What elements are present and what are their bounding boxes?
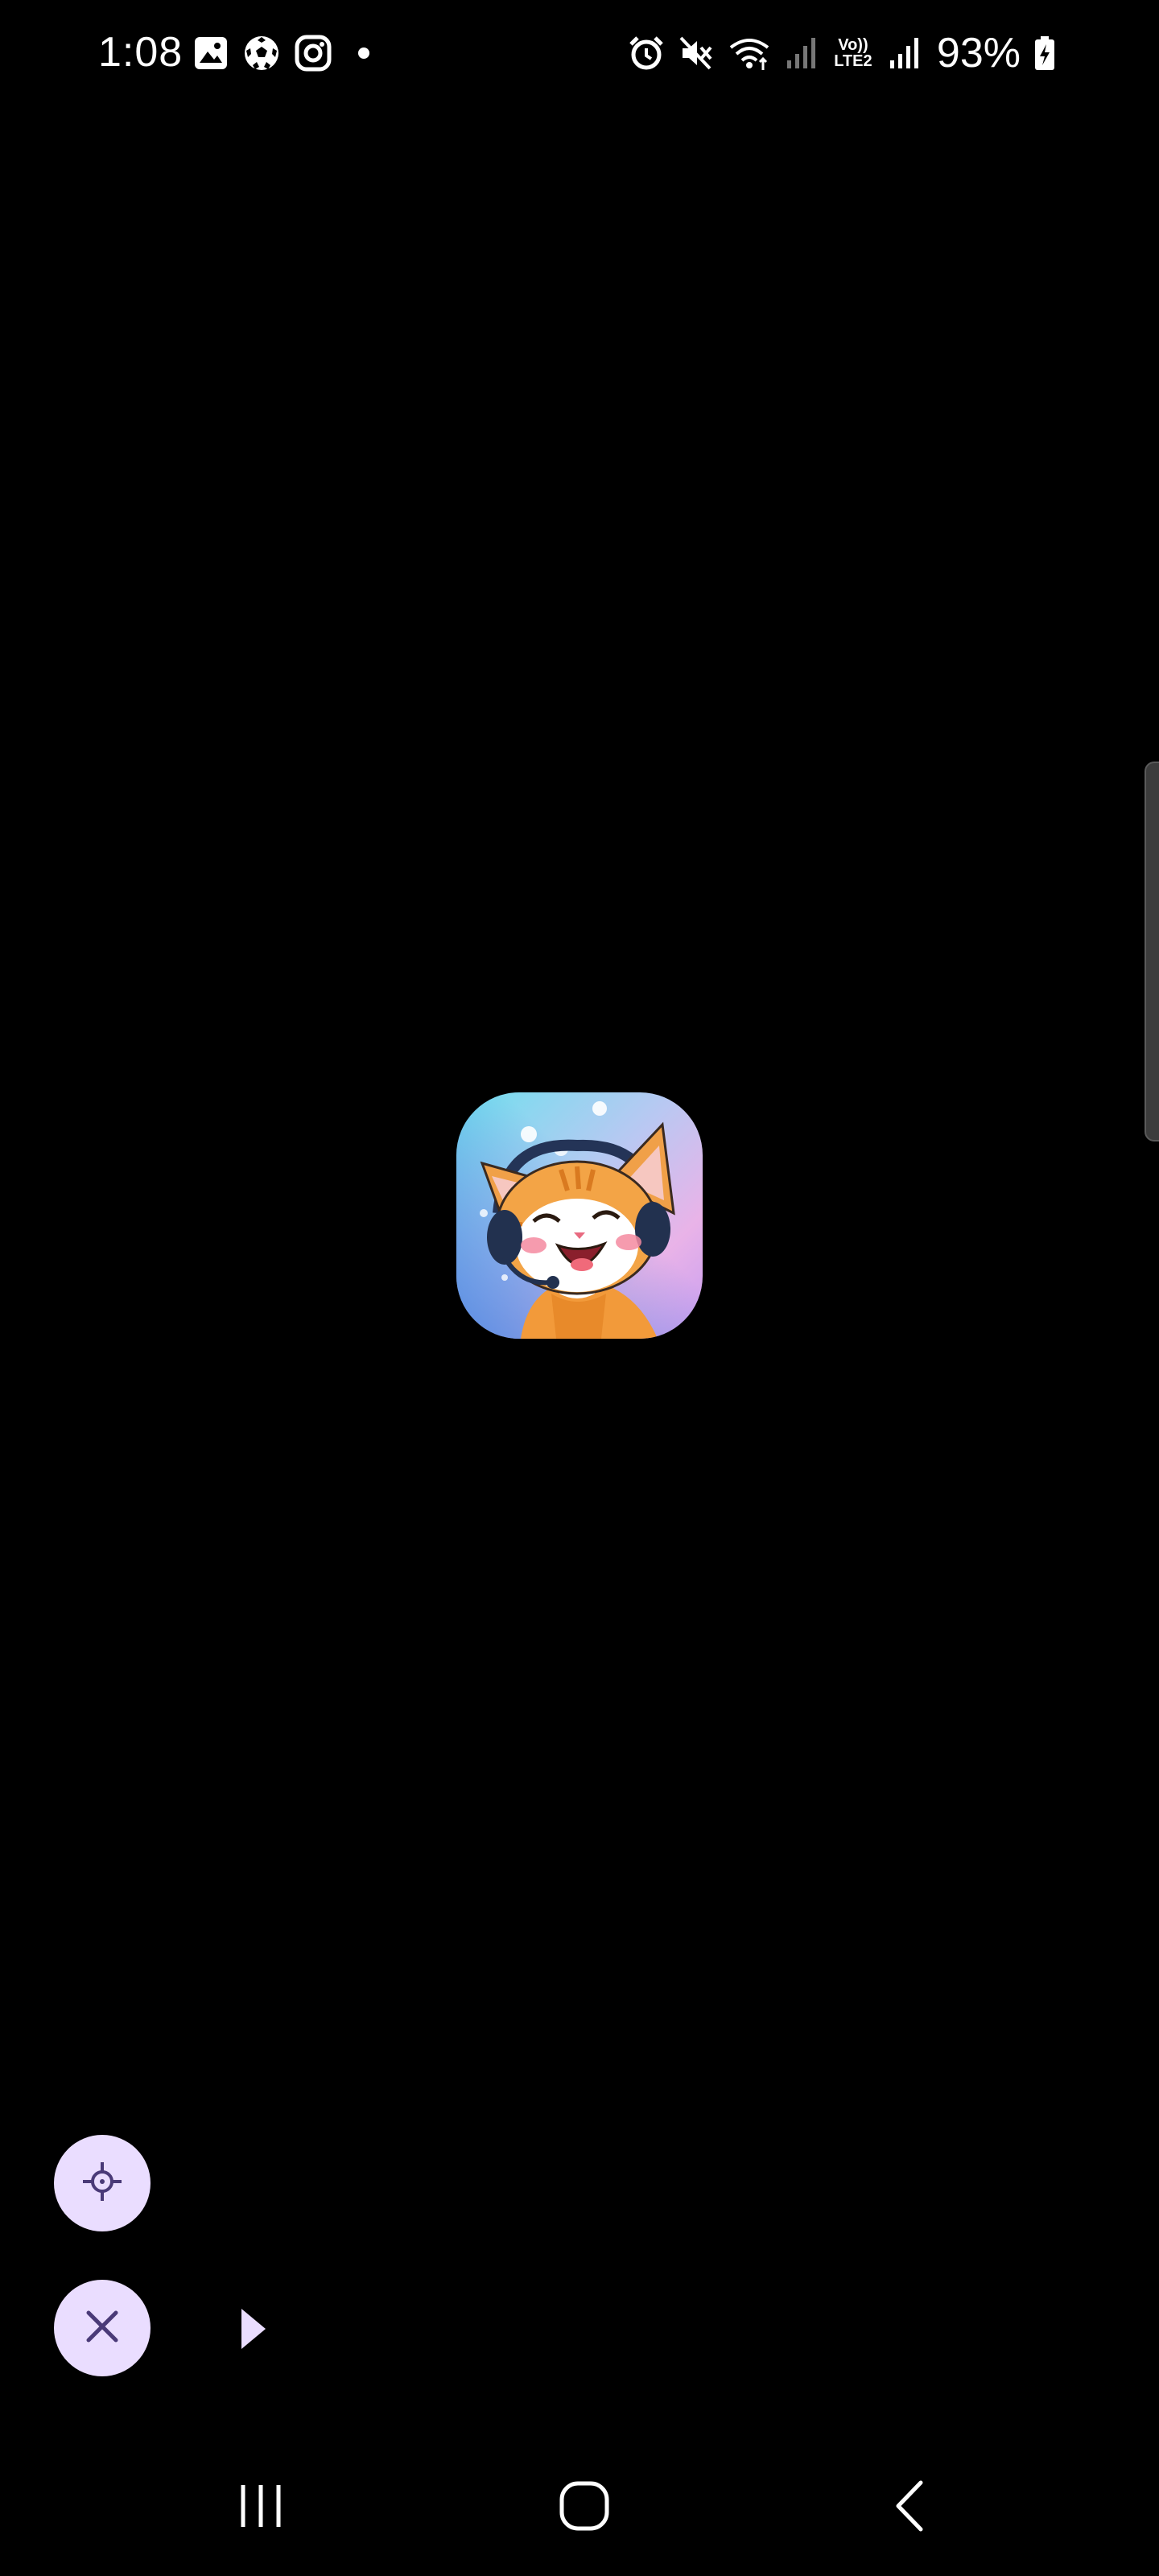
home-button[interactable] [536, 2471, 633, 2544]
network-type-label: Vo)) LTE2 [834, 36, 872, 70]
battery-percent: 93% [936, 30, 1021, 76]
back-button[interactable] [861, 2471, 958, 2544]
recents-button[interactable] [212, 2471, 309, 2544]
target-button[interactable] [54, 2135, 151, 2231]
cat-with-headphones-app-icon [456, 1092, 703, 1339]
play-arrow-icon[interactable] [238, 2307, 270, 2351]
edge-panel-handle[interactable] [1145, 762, 1159, 1141]
navigation-bar [0, 2439, 1159, 2576]
status-right-icons: Vo)) LTE2 93% [628, 29, 1056, 77]
recents-icon [235, 2482, 287, 2534]
status-left-icons [193, 32, 370, 74]
gallery-icon [193, 35, 229, 71]
close-button[interactable] [54, 2280, 151, 2376]
alarm-icon [628, 35, 665, 72]
crosshair-icon [80, 2160, 124, 2207]
instagram-icon [295, 35, 332, 72]
home-icon [559, 2480, 610, 2536]
status-bar: 1:08 Vo)) LTE2 93% [0, 0, 1159, 105]
close-icon [84, 2308, 121, 2349]
status-time: 1:08 [98, 29, 184, 76]
back-icon [892, 2479, 927, 2537]
notification-dot-icon [357, 47, 370, 60]
signal-icon [889, 35, 921, 72]
mute-icon [678, 35, 715, 72]
wifi-icon [728, 35, 773, 72]
signal-icon [786, 35, 818, 72]
soccer-ball-icon [243, 35, 280, 72]
battery-charging-icon [1033, 35, 1056, 72]
